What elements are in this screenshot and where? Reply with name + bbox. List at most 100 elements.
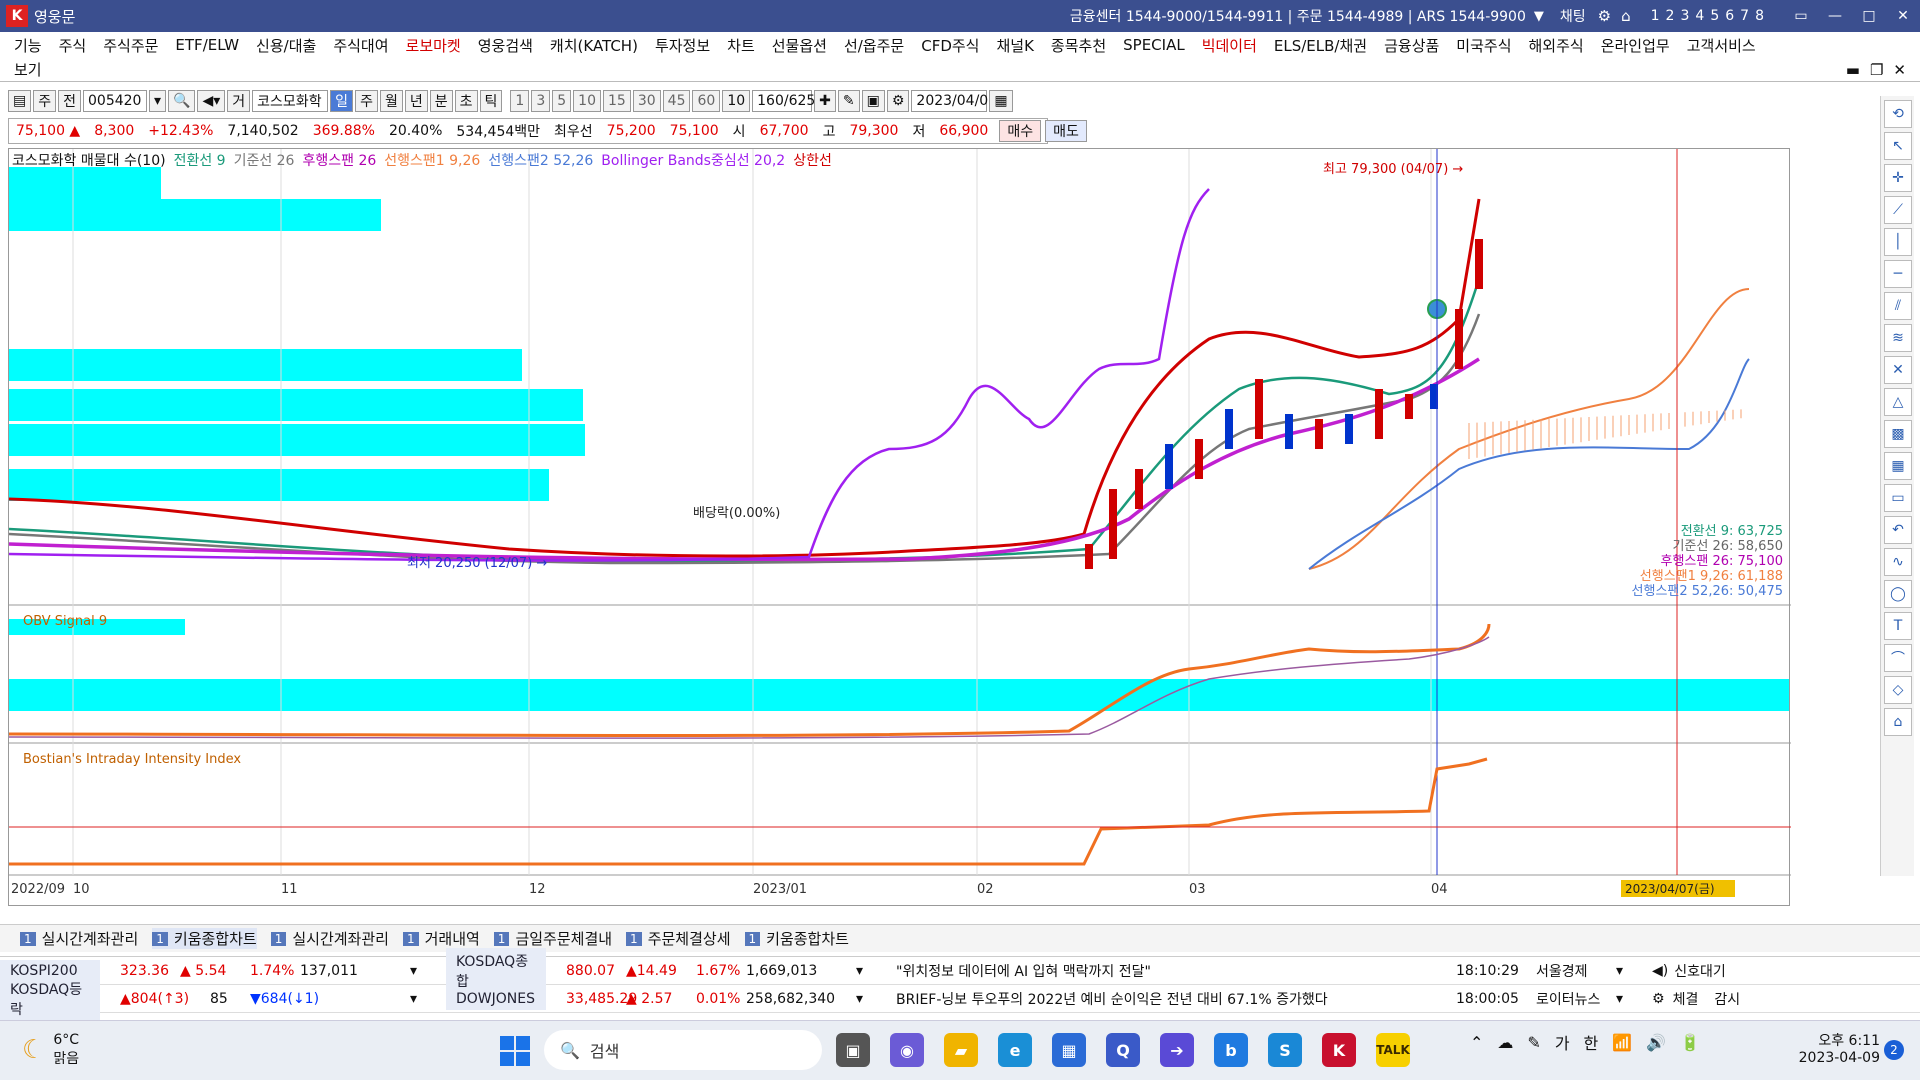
window-tab[interactable]: 1 주문체결상세	[626, 928, 731, 949]
legend-item[interactable]: 상한선	[793, 150, 832, 170]
interval-button[interactable]: 5	[552, 90, 572, 112]
interval-button[interactable]: 3	[531, 90, 551, 112]
legend-item[interactable]: 코스모화학 매물대 수(10)	[12, 150, 166, 170]
menu-item-1[interactable]: 주식	[59, 35, 87, 56]
trendline-icon[interactable]: ⟋	[1884, 196, 1912, 224]
page-2[interactable]: 2	[1666, 8, 1675, 24]
window-tab[interactable]: 1 키움종합차트	[152, 928, 257, 949]
clock[interactable]: 오후 6:11 2023-04-09	[1790, 1030, 1880, 1066]
battery-icon[interactable]: 🔋	[1680, 1033, 1700, 1052]
kiwoom-app-icon[interactable]: K	[1322, 1033, 1356, 1067]
dropdown-icon[interactable]: ▾	[1616, 991, 1636, 1007]
news-headline[interactable]: "위치정보 데이터에 AI 입혀 맥락까지 전달"	[896, 961, 1456, 981]
grid-icon[interactable]: ▦	[1884, 452, 1912, 480]
chat-app-icon[interactable]: ◉	[890, 1033, 924, 1067]
dropdown-icon[interactable]: ▾	[856, 963, 876, 979]
news-headline[interactable]: BRIEF-닝보 투오푸의 2022년 예비 순이익은 전년 대비 67.1% …	[896, 989, 1456, 1009]
legend-item[interactable]: 후행스팬 26	[302, 150, 376, 170]
text-icon[interactable]: T	[1884, 612, 1912, 640]
menu-item-8[interactable]: 캐치(KATCH)	[550, 35, 638, 56]
interval-button[interactable]: 15	[603, 90, 631, 112]
menu-item-6[interactable]: 로보마켓	[406, 35, 461, 56]
minimize-icon[interactable]: —	[1818, 8, 1852, 24]
period-tab[interactable]: 일	[330, 90, 354, 112]
page-1[interactable]: 1	[1651, 8, 1660, 24]
period-tab[interactable]: 년	[404, 90, 428, 112]
start-icon[interactable]	[500, 1036, 530, 1066]
settings-icon[interactable]: ⚙	[1598, 7, 1611, 25]
stock-code-input[interactable]: 005420	[83, 90, 148, 112]
interval-button[interactable]: 10	[573, 90, 601, 112]
bar-count[interactable]: 160/625	[752, 90, 815, 112]
menu-item-15[interactable]: 종목추천	[1051, 35, 1106, 56]
eraser-icon[interactable]: ◇	[1884, 676, 1912, 704]
interval-button[interactable]: 1	[510, 90, 530, 112]
dropdown-icon[interactable]: ▾	[410, 963, 430, 979]
triangle-icon[interactable]: △	[1884, 388, 1912, 416]
vline-icon[interactable]: │	[1884, 228, 1912, 256]
draw-icon[interactable]: ✎	[837, 90, 860, 112]
menu-item-20[interactable]: 미국주식	[1456, 35, 1511, 56]
price-chart[interactable]: 최고 79,300 (04/07) → 최저 20,250 (12/07) → 배당…	[8, 149, 1884, 907]
menu-item-3[interactable]: ETF/ELW	[175, 36, 239, 54]
interval-button[interactable]: 60	[692, 90, 721, 112]
undo-icon[interactable]: ↶	[1884, 516, 1912, 544]
arc-icon[interactable]: ⌒	[1884, 644, 1912, 672]
window-tab[interactable]: 1 키움종합차트	[744, 928, 849, 949]
ime-mode[interactable]: 한	[1584, 1030, 1599, 1054]
ruler-icon[interactable]: ▭	[1884, 484, 1912, 512]
period-tab[interactable]: 초	[454, 90, 478, 112]
layout-icon[interactable]: ▤	[8, 90, 32, 112]
channel-icon[interactable]: ⫽	[1884, 292, 1912, 320]
app-q-icon[interactable]: Q	[1106, 1033, 1140, 1067]
legend-item[interactable]: 선행스팬2 52,26	[488, 150, 593, 170]
dropdown-icon[interactable]: ▾	[856, 991, 876, 1007]
menu-item-9[interactable]: 투자정보	[655, 35, 710, 56]
weather-widget[interactable]: ☾ 6°C 맑음	[22, 1032, 79, 1068]
window-tab[interactable]: 1 금일주문체결내	[493, 928, 612, 949]
kakaotalk-icon[interactable]: TALK	[1376, 1033, 1410, 1067]
menu-item-14[interactable]: 채널K	[996, 35, 1033, 56]
gann-icon[interactable]: ✕	[1884, 356, 1912, 384]
edge-icon[interactable]: e	[998, 1033, 1032, 1067]
wave-icon[interactable]: ∿	[1884, 548, 1912, 576]
menu-item-18[interactable]: ELS/ELB/채권	[1274, 35, 1367, 56]
menu-item-13[interactable]: CFD주식	[921, 35, 979, 56]
chart-tools-icon[interactable]: ✚	[814, 90, 836, 112]
window-restore-icon[interactable]: ❐	[1870, 61, 1883, 79]
save-icon[interactable]: ▣	[861, 90, 885, 112]
index-name[interactable]: KOSDAQ등락	[0, 975, 100, 1022]
sound-icon[interactable]: ◀▾	[197, 90, 226, 112]
legend-item[interactable]: 기준선 26	[234, 150, 295, 170]
chart-panel[interactable]: 최고 79,300 (04/07) → 최저 20,250 (12/07) → 배당…	[8, 148, 1884, 907]
task-view-icon[interactable]: ▣	[836, 1033, 870, 1067]
interval-button[interactable]: 30	[632, 90, 661, 112]
dropdown-icon[interactable]: ▾	[1616, 963, 1636, 979]
interval-dropdown[interactable]: 10	[722, 90, 751, 112]
pen-icon[interactable]: ✎	[1527, 1033, 1540, 1052]
chat-button[interactable]: 채팅	[1560, 6, 1586, 26]
app-b-icon[interactable]: b	[1214, 1033, 1248, 1067]
menu-item-22[interactable]: 온라인업무	[1601, 35, 1670, 56]
maximize-icon[interactable]: □	[1852, 8, 1886, 24]
circle-icon[interactable]: ◯	[1884, 580, 1912, 608]
cloud-icon[interactable]: ☁	[1497, 1033, 1513, 1052]
menu-item-4[interactable]: 신용/대출	[256, 35, 316, 56]
page-7[interactable]: 7	[1740, 8, 1749, 24]
menu-item-21[interactable]: 해외주식	[1529, 35, 1584, 56]
menu-item-19[interactable]: 금융상품	[1384, 35, 1439, 56]
ime-lang[interactable]: 가	[1555, 1030, 1570, 1054]
code-dropdown-icon[interactable]: ▾	[149, 90, 167, 112]
period-prefix[interactable]: 주	[33, 90, 57, 112]
menu-item-7[interactable]: 영웅검색	[478, 35, 533, 56]
menu-item-2[interactable]: 주식주문	[103, 35, 158, 56]
gear-icon[interactable]: ⚙	[1652, 991, 1665, 1007]
window-close-icon[interactable]: ✕	[1893, 61, 1906, 79]
fill-status[interactable]: 체결	[1673, 989, 1699, 1009]
page-5[interactable]: 5	[1710, 8, 1719, 24]
market-kind[interactable]: 거	[227, 90, 251, 112]
buy-button[interactable]: 매수	[999, 120, 1042, 142]
page-6[interactable]: 6	[1725, 8, 1734, 24]
menu-item-17[interactable]: 빅데이터	[1202, 35, 1257, 56]
menu-item-view[interactable]: 보기	[14, 59, 42, 80]
